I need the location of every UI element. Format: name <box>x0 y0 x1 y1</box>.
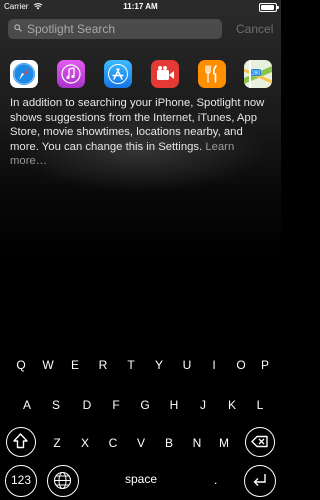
search-input[interactable]: Spotlight Search <box>27 19 115 39</box>
key-h[interactable]: H <box>164 397 184 413</box>
key-n[interactable]: N <box>187 435 207 451</box>
globe-icon <box>53 471 72 490</box>
status-bar: Carrier 11:17 AM <box>0 0 281 14</box>
key-m[interactable]: M <box>214 435 234 451</box>
key-y[interactable]: Y <box>149 357 169 373</box>
safari-icon[interactable] <box>10 60 38 88</box>
clock: 11:17 AM <box>123 2 158 11</box>
key-r[interactable]: R <box>93 357 113 373</box>
return-button[interactable] <box>244 465 276 497</box>
key-x[interactable]: X <box>75 435 95 451</box>
numbers-label: 123 <box>10 473 32 487</box>
delete-button[interactable] <box>245 427 275 457</box>
key-u[interactable]: U <box>177 357 197 373</box>
backspace-icon <box>251 435 268 448</box>
key-f[interactable]: F <box>106 397 126 413</box>
key-s[interactable]: S <box>46 397 66 413</box>
search-field[interactable]: Spotlight Search <box>8 19 222 39</box>
key-t[interactable]: T <box>121 357 141 373</box>
shift-icon <box>13 433 28 449</box>
key-b[interactable]: B <box>159 435 179 451</box>
battery-icon <box>259 3 279 12</box>
key-d[interactable]: D <box>77 397 97 413</box>
key-v[interactable]: V <box>131 435 151 451</box>
key-q[interactable]: Q <box>11 357 31 373</box>
globe-button[interactable] <box>47 465 79 497</box>
space-bar[interactable]: space <box>116 472 166 486</box>
key-k[interactable]: K <box>222 397 242 413</box>
key-g[interactable]: G <box>135 397 155 413</box>
key-w[interactable]: W <box>38 357 58 373</box>
return-icon <box>253 474 266 486</box>
cancel-button[interactable]: Cancel <box>236 19 273 39</box>
fork-knife-icon[interactable] <box>198 60 226 88</box>
maps-icon[interactable]: 280 <box>244 60 272 88</box>
app-store-icon[interactable] <box>104 60 132 88</box>
key-i[interactable]: I <box>204 357 224 373</box>
numbers-button[interactable]: 123 <box>5 465 37 497</box>
search-icon <box>14 24 22 32</box>
svg-text:280: 280 <box>252 71 261 77</box>
key-o[interactable]: O <box>231 357 251 373</box>
key-l[interactable]: L <box>250 397 270 413</box>
key-z[interactable]: Z <box>47 435 67 451</box>
key-c[interactable]: C <box>103 435 123 451</box>
videos-icon[interactable] <box>151 60 179 88</box>
itunes-icon[interactable] <box>57 60 85 88</box>
key-e[interactable]: E <box>65 357 85 373</box>
key-j[interactable]: J <box>193 397 213 413</box>
key-p[interactable]: P <box>255 357 275 373</box>
spotlight-info: In addition to searching your iPhone, Sp… <box>10 96 272 169</box>
key-period[interactable]: . <box>214 473 217 487</box>
key-a[interactable]: A <box>17 397 37 413</box>
shift-button[interactable] <box>6 427 36 457</box>
